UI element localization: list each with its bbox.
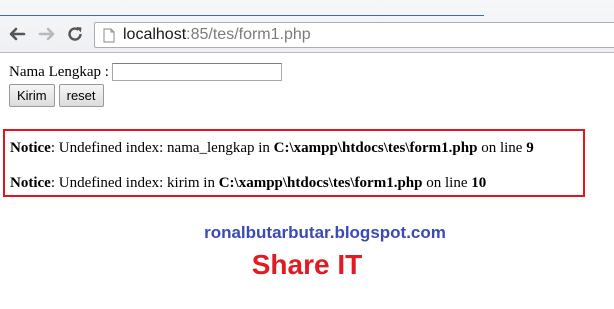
reset-button[interactable]: reset <box>58 84 104 107</box>
back-arrow-icon <box>9 27 26 41</box>
url-path: :85/tes/form1.php <box>186 26 311 43</box>
url-text: localhost:85/tes/form1.php <box>123 26 311 44</box>
button-row: Kirim reset <box>9 84 282 107</box>
notice-message: : Undefined index: nama_lengkap in <box>50 140 274 156</box>
notice-line: Notice: Undefined index: kirim in C:\xam… <box>10 175 486 192</box>
forward-arrow-icon <box>38 27 55 41</box>
notice-line: Notice: Undefined index: nama_lengkap in… <box>10 140 534 157</box>
notice-path: C:\xampp\htdocs\tes\form1.php <box>273 140 478 156</box>
share-it-watermark: Share IT <box>251 249 363 280</box>
blog-watermark: ronalbutarbutar.blogspot.com <box>204 223 446 242</box>
notice-line-number: 10 <box>471 175 487 191</box>
page-content: Nama Lengkap : Kirim reset <box>9 61 282 107</box>
address-bar[interactable]: localhost:85/tes/form1.php <box>94 22 614 48</box>
notice-line-number: 9 <box>526 140 534 156</box>
notice-on-line: on line <box>422 175 472 191</box>
notice-message: : Undefined index: kirim in <box>50 175 219 191</box>
back-button[interactable] <box>6 23 28 45</box>
forward-button[interactable] <box>36 23 58 45</box>
notice-kind: Notice <box>10 140 51 156</box>
reload-button[interactable] <box>64 23 86 45</box>
name-label: Nama Lengkap : <box>9 63 109 80</box>
tab-strip-line <box>0 15 484 16</box>
browser-toolbar: localhost:85/tes/form1.php <box>0 0 614 53</box>
url-host: localhost <box>123 26 187 43</box>
page-icon <box>103 28 115 42</box>
notice-path: C:\xampp\htdocs\tes\form1.php <box>218 175 423 191</box>
reload-icon <box>68 27 82 41</box>
notice-highlight-box: Notice: Undefined index: nama_lengkap in… <box>3 129 585 197</box>
name-row: Nama Lengkap : <box>9 61 282 83</box>
name-input[interactable] <box>111 63 282 81</box>
notice-on-line: on line <box>477 140 527 156</box>
submit-button[interactable]: Kirim <box>9 84 55 107</box>
notice-kind: Notice <box>10 175 51 191</box>
